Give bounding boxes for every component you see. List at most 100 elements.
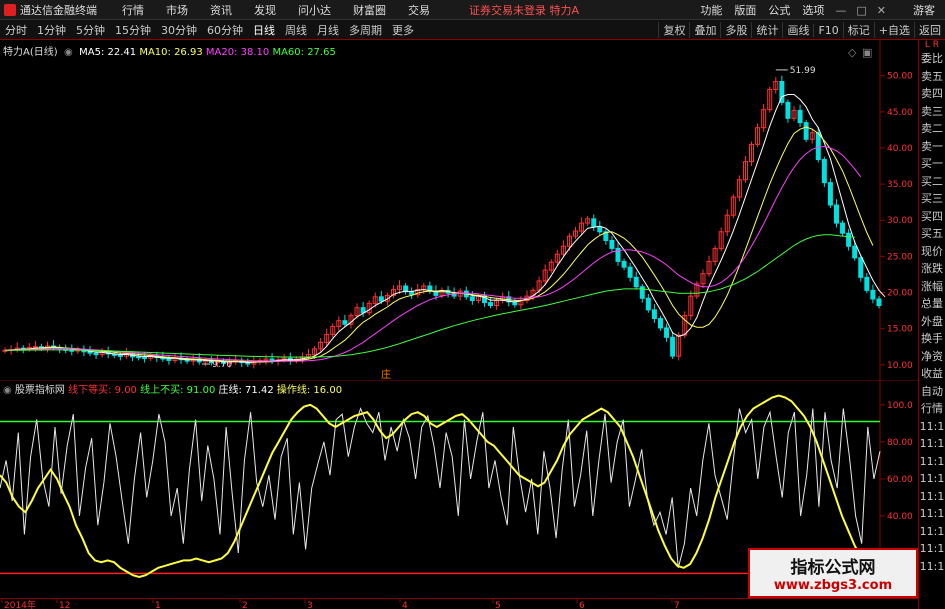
- side-item[interactable]: 卖五: [919, 68, 945, 86]
- panel-toggle[interactable]: L R: [919, 40, 945, 50]
- side-item[interactable]: 11:1: [919, 488, 945, 506]
- tool-multi-stock[interactable]: 多股: [720, 22, 751, 38]
- menu-options[interactable]: 选项: [796, 2, 830, 18]
- side-item[interactable]: 卖四: [919, 85, 945, 103]
- side-item[interactable]: 委比: [919, 50, 945, 68]
- candle: [136, 356, 142, 359]
- price-chart-panel[interactable]: 10.00 15.00 20.00 25.00 30.00 35.00 40.00 45.00…: [0, 40, 918, 381]
- period-intraday[interactable]: 分时: [0, 22, 32, 38]
- side-item[interactable]: 买一: [919, 155, 945, 173]
- period-multi[interactable]: 多周期: [344, 22, 387, 38]
- side-item[interactable]: 总量: [919, 295, 945, 313]
- time-label: 5: [495, 601, 501, 609]
- dealer-marker: 庄: [381, 368, 391, 380]
- period-more[interactable]: 更多: [387, 22, 419, 38]
- candle: [670, 336, 676, 357]
- candle: [664, 327, 670, 338]
- menu-item-news[interactable]: 资讯: [199, 2, 243, 18]
- side-item[interactable]: 买二: [919, 173, 945, 191]
- menu-item-exchange[interactable]: 市场: [155, 2, 199, 18]
- price-chart[interactable]: 10.00 15.00 20.00 25.00 30.00 35.00 40.00 45.00…: [0, 40, 918, 381]
- dealer-line: [0, 407, 881, 568]
- menu-function[interactable]: 功能: [694, 2, 728, 18]
- side-item[interactable]: 换手: [919, 330, 945, 348]
- period-1min[interactable]: 1分钟: [32, 22, 71, 38]
- period-30min[interactable]: 30分钟: [156, 22, 202, 38]
- tool-stats[interactable]: 统计: [751, 22, 782, 38]
- side-item[interactable]: 现价: [919, 243, 945, 261]
- tool-overlay[interactable]: 叠加: [689, 22, 720, 38]
- minimize-icon[interactable]: —: [830, 4, 851, 17]
- side-item[interactable]: 行情: [919, 400, 945, 418]
- side-item[interactable]: 买四: [919, 208, 945, 226]
- period-daily[interactable]: 日线: [248, 22, 280, 38]
- side-item[interactable]: 11:1: [919, 505, 945, 523]
- candle: [409, 291, 415, 296]
- side-item[interactable]: 11:1: [919, 453, 945, 471]
- close-icon[interactable]: ✕: [872, 4, 891, 17]
- candle: [858, 257, 864, 278]
- zoom-icon[interactable]: ▣: [862, 46, 872, 59]
- menu-item-ask[interactable]: 问小达: [287, 2, 342, 18]
- side-item[interactable]: 收益: [919, 365, 945, 383]
- tool-draw[interactable]: 画线: [782, 22, 813, 38]
- period-weekly[interactable]: 周线: [280, 22, 312, 38]
- candle: [591, 218, 597, 228]
- side-item[interactable]: 买三: [919, 190, 945, 208]
- side-item[interactable]: 11:1: [919, 558, 945, 576]
- side-item[interactable]: 卖一: [919, 138, 945, 156]
- side-item[interactable]: 11:1: [919, 418, 945, 436]
- ma20-line: [5, 145, 862, 362]
- side-item[interactable]: 11:1: [919, 435, 945, 453]
- tool-adjust[interactable]: 复权: [658, 22, 689, 38]
- operate-line-legend: 操作线: 16.00: [276, 385, 343, 396]
- side-item[interactable]: 自动: [919, 383, 945, 401]
- trade-login-status[interactable]: 证券交易未登录 特力A: [469, 2, 579, 18]
- side-item[interactable]: 涨跌: [919, 260, 945, 278]
- menu-bar: 通达信金融终端 行情 市场 资讯 发现 问小达 财富圈 交易 证券交易未登录 特…: [0, 0, 945, 20]
- period-monthly[interactable]: 月线: [312, 22, 344, 38]
- menu-item-wealth[interactable]: 财富圈: [342, 2, 397, 18]
- period-toolbar: 分时 1分钟 5分钟 15分钟 30分钟 60分钟 日线 周线 月线 多周期 更…: [0, 20, 945, 40]
- time-label: 7: [674, 601, 680, 609]
- side-item[interactable]: 11:1: [919, 540, 945, 558]
- time-label: 12: [59, 601, 70, 609]
- side-item[interactable]: 净资: [919, 348, 945, 366]
- tool-f10[interactable]: F10: [813, 23, 842, 37]
- side-item[interactable]: 11:1: [919, 523, 945, 541]
- watermark: 指标公式网 www.zbgs3.com: [748, 548, 918, 598]
- candle: [621, 260, 627, 268]
- menu-item-trade[interactable]: 交易: [397, 2, 441, 18]
- settings-icon[interactable]: ◇: [848, 46, 856, 59]
- candle: [852, 245, 858, 259]
- tool-back[interactable]: 返回: [914, 22, 945, 38]
- side-item[interactable]: 买五: [919, 225, 945, 243]
- quote-side-panel: L R 委比 卖五 卖四 卖三 卖二 卖一 买一 买二 买三 买四 买五 现价 涨跌 涨幅 总量 外盘 换手 净资…: [918, 40, 945, 609]
- tool-mark[interactable]: 标记: [842, 22, 874, 38]
- period-60min[interactable]: 60分钟: [202, 22, 248, 38]
- period-15min[interactable]: 15分钟: [110, 22, 156, 38]
- side-item[interactable]: 11:1: [919, 470, 945, 488]
- price-tick-label: 20.00: [887, 289, 913, 299]
- tool-add-watchlist[interactable]: +自选: [873, 22, 914, 38]
- period-5min[interactable]: 5分钟: [71, 22, 110, 38]
- candle: [833, 204, 839, 224]
- side-item[interactable]: 外盘: [919, 313, 945, 331]
- menu-layout[interactable]: 版面: [728, 2, 762, 18]
- stock-name: 特力A(日线): [3, 47, 58, 58]
- menu-item-market[interactable]: 行情: [111, 2, 155, 18]
- menu-item-discover[interactable]: 发现: [243, 2, 287, 18]
- menu-formula[interactable]: 公式: [762, 2, 796, 18]
- side-item[interactable]: 卖二: [919, 120, 945, 138]
- indicator-tick-label: 100.0: [887, 401, 913, 411]
- time-axis: 2014年 12 1 2 3 4 5 6 7: [0, 598, 918, 609]
- candle: [864, 276, 870, 291]
- candle: [633, 276, 639, 288]
- candle: [627, 266, 633, 278]
- ma10-legend: MA10: 26.93: [139, 47, 203, 58]
- side-item[interactable]: 涨幅: [919, 278, 945, 296]
- guest-user-button[interactable]: 游客: [907, 2, 941, 18]
- side-item[interactable]: 卖三: [919, 103, 945, 121]
- candle: [870, 289, 876, 300]
- maximize-icon[interactable]: □: [851, 4, 871, 17]
